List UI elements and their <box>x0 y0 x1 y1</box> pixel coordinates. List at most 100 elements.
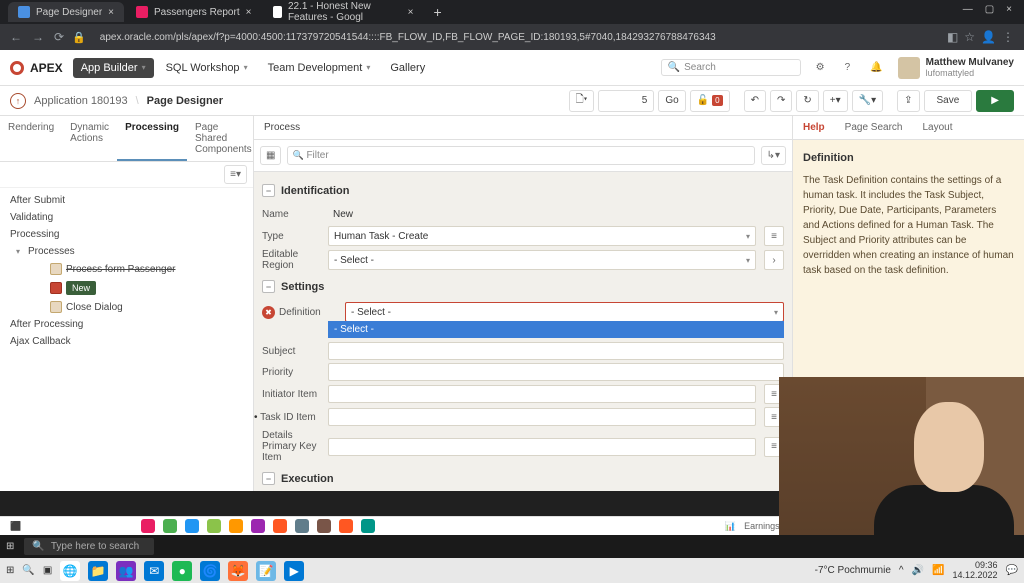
undo-button[interactable]: ↶ <box>744 90 766 112</box>
app-icon[interactable]: ↑ <box>10 93 26 109</box>
app-icon[interactable] <box>317 519 331 533</box>
menu-sql-workshop[interactable]: SQL Workshop▾ <box>158 58 256 78</box>
app-icon[interactable] <box>295 519 309 533</box>
explorer-icon[interactable]: 📁 <box>88 561 108 581</box>
tree-close-dialog[interactable]: Close Dialog <box>0 298 253 316</box>
page-selector-icon[interactable]: 🗋▾ <box>569 90 595 112</box>
user-icon[interactable]: 👤 <box>981 30 996 44</box>
dropdown-option-select[interactable]: - Select - <box>328 321 784 338</box>
close-icon[interactable]: × <box>108 7 114 18</box>
tree-validating[interactable]: Validating <box>0 209 253 226</box>
tree-processing[interactable]: Processing <box>0 226 253 243</box>
menu-gallery[interactable]: Gallery <box>382 58 433 78</box>
go-button[interactable]: Go <box>658 90 685 112</box>
media-icon[interactable]: ▶ <box>284 561 304 581</box>
tree-after-submit[interactable]: After Submit <box>0 192 253 209</box>
go-button[interactable]: › <box>764 250 784 270</box>
taskview-icon[interactable]: ▣ <box>43 565 52 576</box>
filter-input[interactable]: 🔍Filter <box>287 146 754 165</box>
mail-icon[interactable]: ✉ <box>144 561 164 581</box>
lock-button[interactable]: 🔓0 <box>690 90 730 112</box>
app-icon[interactable] <box>361 519 375 533</box>
create-button[interactable]: +▾ <box>823 90 848 112</box>
view-icon[interactable]: ⬛ <box>10 521 21 532</box>
tree-new[interactable]: New <box>0 278 253 298</box>
teams-icon[interactable]: 👥 <box>116 561 136 581</box>
select-type[interactable]: Human Task - Create▾ <box>328 226 756 246</box>
input-taskid[interactable] <box>328 408 756 426</box>
show-common-button[interactable]: ▦ <box>260 146 281 165</box>
url-input[interactable]: apex.oracle.com/pls/apex/f?p=4000:4500:1… <box>94 30 939 45</box>
spotify-icon[interactable]: ● <box>172 561 192 581</box>
tab-layout[interactable]: Layout <box>913 116 963 139</box>
firefox-icon[interactable]: 🦊 <box>228 561 248 581</box>
breadcrumb-app[interactable]: Application 180193 <box>34 95 128 107</box>
tree-process-form[interactable]: Process form Passenger <box>0 260 253 278</box>
section-execution[interactable]: −Execution <box>262 466 784 491</box>
weather-widget[interactable]: -7°C Pochmurnie <box>815 565 891 576</box>
select-editable[interactable]: - Select -▾ <box>328 250 756 270</box>
close-icon[interactable]: × <box>1006 4 1012 15</box>
notepad-icon[interactable]: 📝 <box>256 561 276 581</box>
app-icon[interactable] <box>185 519 199 533</box>
search-icon[interactable]: 🔍 <box>22 565 34 576</box>
app-icon[interactable] <box>251 519 265 533</box>
app-icon[interactable] <box>141 519 155 533</box>
app-icon[interactable] <box>273 519 287 533</box>
menu-icon[interactable]: ⋮ <box>1002 30 1014 44</box>
chrome-icon[interactable]: 🌐 <box>60 561 80 581</box>
app-icon[interactable] <box>163 519 177 533</box>
news-icon[interactable]: 📊 <box>725 521 736 532</box>
section-identification[interactable]: −Identification <box>262 178 784 203</box>
wifi-icon[interactable]: 📶 <box>932 565 944 576</box>
tab-shared-components[interactable]: Page Shared Components <box>187 116 260 161</box>
menu-app-builder[interactable]: App Builder▾ <box>73 58 154 78</box>
tree-after-processing[interactable]: After Processing <box>0 316 253 333</box>
browser-tab[interactable]: Page Designer× <box>8 2 124 22</box>
redo-button[interactable]: ↷ <box>770 90 792 112</box>
maximize-icon[interactable]: ▢ <box>985 4 994 15</box>
help-icon[interactable]: ? <box>840 59 856 76</box>
clock[interactable]: 09:3614.12.2022 <box>953 561 998 581</box>
minimize-icon[interactable]: — <box>963 4 973 15</box>
reload-icon[interactable]: ⟳ <box>54 30 64 44</box>
tab-processing[interactable]: Processing <box>117 116 187 161</box>
app-icon[interactable] <box>207 519 221 533</box>
tab-page-search[interactable]: Page Search <box>835 116 913 139</box>
run-button[interactable]: ▶ <box>976 90 1014 112</box>
utilities-button[interactable]: 🔧▾ <box>852 90 883 112</box>
list-button[interactable]: ≡ <box>764 226 784 246</box>
start-icon[interactable]: ⊞ <box>6 565 14 576</box>
volume-icon[interactable]: 🔊 <box>912 565 924 576</box>
bell-icon[interactable]: 🔔 <box>865 59 887 76</box>
edge-icon[interactable]: 🌀 <box>200 561 220 581</box>
star-icon[interactable]: ☆ <box>964 30 975 44</box>
select-definition[interactable]: - Select -▾ <box>345 302 784 322</box>
tab-dynamic-actions[interactable]: Dynamic Actions <box>62 116 117 161</box>
tree-collapse-button[interactable]: ≡▾ <box>224 165 247 184</box>
share-button[interactable]: ⇪ <box>897 90 919 112</box>
browser-tab[interactable]: Passengers Report× <box>126 2 261 22</box>
new-tab-button[interactable]: + <box>425 4 449 20</box>
start-icon[interactable]: ⊞ <box>6 541 14 552</box>
forward-icon[interactable]: → <box>32 30 44 44</box>
value-name[interactable]: New <box>328 206 784 223</box>
redo-all-button[interactable]: ↻ <box>796 90 818 112</box>
user-menu[interactable]: Matthew Mulvaney lufomattyled <box>898 57 1014 79</box>
taskbar-search[interactable]: 🔍Type here to search <box>24 538 154 555</box>
lock-icon[interactable]: 🔒 <box>72 31 86 44</box>
tree-processes[interactable]: ▾Processes <box>0 243 253 260</box>
close-icon[interactable]: × <box>246 7 252 18</box>
app-icon[interactable] <box>339 519 353 533</box>
tray-caret-icon[interactable]: ^ <box>899 565 904 576</box>
menu-team-dev[interactable]: Team Development▾ <box>260 58 379 78</box>
notification-icon[interactable]: 💬 <box>1006 565 1018 576</box>
browser-tab[interactable]: 22.1 - Honest New Features - Googl× <box>263 0 423 27</box>
input-initiator[interactable] <box>328 385 756 403</box>
back-icon[interactable]: ← <box>10 30 22 44</box>
tab-rendering[interactable]: Rendering <box>0 116 62 161</box>
grid-layout-tab[interactable]: Process <box>254 116 792 140</box>
close-icon[interactable]: × <box>408 7 414 18</box>
save-button[interactable]: Save <box>924 90 973 112</box>
admin-icon[interactable]: ⚙ <box>811 59 830 76</box>
